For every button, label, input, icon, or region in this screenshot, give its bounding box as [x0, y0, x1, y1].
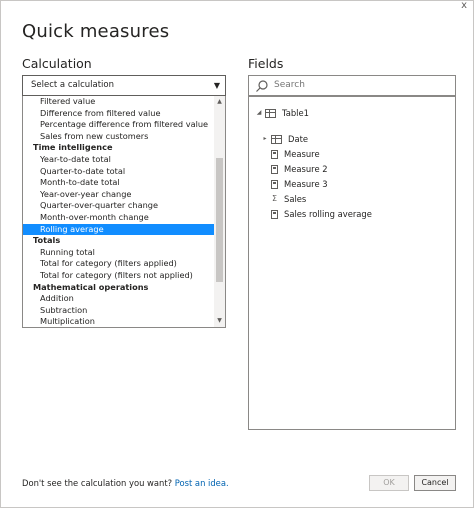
chevron-down-icon: ▼ [213, 81, 220, 90]
calculation-list[interactable]: Filtered value Difference from filtered v… [22, 96, 226, 328]
calculation-list-items: Filtered value Difference from filtered v… [23, 96, 215, 327]
calculation-label: Calculation [22, 56, 92, 71]
post-idea-link[interactable]: Post an idea. [175, 478, 229, 488]
table-name: Table1 [282, 108, 309, 118]
field-row[interactable]: Measure 3 [271, 178, 328, 190]
scroll-down-icon[interactable]: ▼ [214, 316, 225, 326]
list-item[interactable]: Year-to-date total [23, 154, 215, 166]
list-item[interactable]: Sales from new customers [23, 131, 215, 143]
field-name: Sales rolling average [284, 209, 372, 219]
field-row[interactable]: Sales rolling average [271, 208, 372, 220]
list-item[interactable]: Quarter-to-date total [23, 166, 215, 178]
quick-measures-dialog: x Quick measures Calculation Fields Sele… [0, 0, 474, 508]
calculator-icon [271, 179, 278, 189]
fields-search[interactable] [248, 75, 456, 96]
list-scrollbar[interactable]: ▲ ▼ [214, 96, 225, 327]
close-icon[interactable]: x [461, 1, 467, 11]
list-item[interactable]: Filtered value [23, 96, 215, 108]
chevron-expanded-icon[interactable]: ◢ [255, 107, 263, 119]
field-row[interactable]: Measure 2 [271, 163, 328, 175]
scroll-up-icon[interactable]: ▲ [214, 97, 225, 107]
field-name: Measure 3 [284, 179, 328, 189]
calculator-icon [271, 149, 278, 159]
list-item[interactable]: Running total [23, 247, 215, 259]
field-name: Sales [284, 194, 307, 204]
calculator-icon [271, 209, 278, 219]
field-row[interactable]: ▸ Date [261, 133, 308, 145]
calculator-icon [271, 164, 278, 174]
calculation-select-value: Select a calculation [31, 80, 114, 90]
fields-pane: ◢ Table1 ▸ Date Measure Measure 2 Measure 3 Σ… [248, 96, 456, 430]
table-icon [265, 108, 276, 118]
sigma-icon: Σ [271, 194, 278, 203]
list-item[interactable]: Month-to-date total [23, 177, 215, 189]
list-item[interactable]: Percentage difference from filtered valu… [23, 119, 215, 131]
fields-label: Fields [248, 56, 284, 71]
table-icon [271, 134, 282, 144]
scroll-thumb[interactable] [216, 158, 223, 282]
field-row[interactable]: Σ Sales [271, 193, 306, 205]
ok-button[interactable]: OK [369, 475, 409, 491]
cancel-button[interactable]: Cancel [414, 475, 456, 491]
footer-prompt: Don't see the calculation you want? Post… [22, 478, 229, 488]
list-item[interactable]: Subtraction [23, 305, 215, 317]
dialog-title: Quick measures [22, 21, 170, 42]
list-item[interactable]: Quarter-over-quarter change [23, 200, 215, 212]
calculation-select[interactable]: Select a calculation ▼ [22, 75, 226, 96]
field-row[interactable]: Measure [271, 148, 320, 160]
list-item[interactable]: Rolling average [23, 223, 215, 236]
tree-table-row[interactable]: ◢ Table1 [255, 107, 309, 119]
list-item[interactable]: Addition [23, 293, 215, 305]
list-group-header: Time intelligence [33, 142, 113, 153]
list-item[interactable]: Year-over-year change [23, 189, 215, 201]
list-item[interactable]: Difference from filtered value [23, 108, 215, 120]
list-group-header: Mathematical operations [33, 281, 149, 292]
list-item[interactable]: Month-over-month change [23, 212, 215, 224]
chevron-right-icon[interactable]: ▸ [261, 133, 269, 145]
list-item[interactable]: Multiplication [23, 316, 215, 327]
field-name: Measure [284, 149, 320, 159]
search-input[interactable] [274, 76, 444, 95]
field-name: Date [288, 134, 309, 144]
footer-prompt-text: Don't see the calculation you want? [22, 478, 173, 488]
list-item[interactable]: Total for category (filters applied) [23, 258, 215, 270]
search-icon [256, 80, 268, 92]
list-item[interactable]: Total for category (filters not applied) [23, 270, 215, 282]
list-group-header: Totals [33, 235, 61, 246]
field-name: Measure 2 [284, 164, 328, 174]
